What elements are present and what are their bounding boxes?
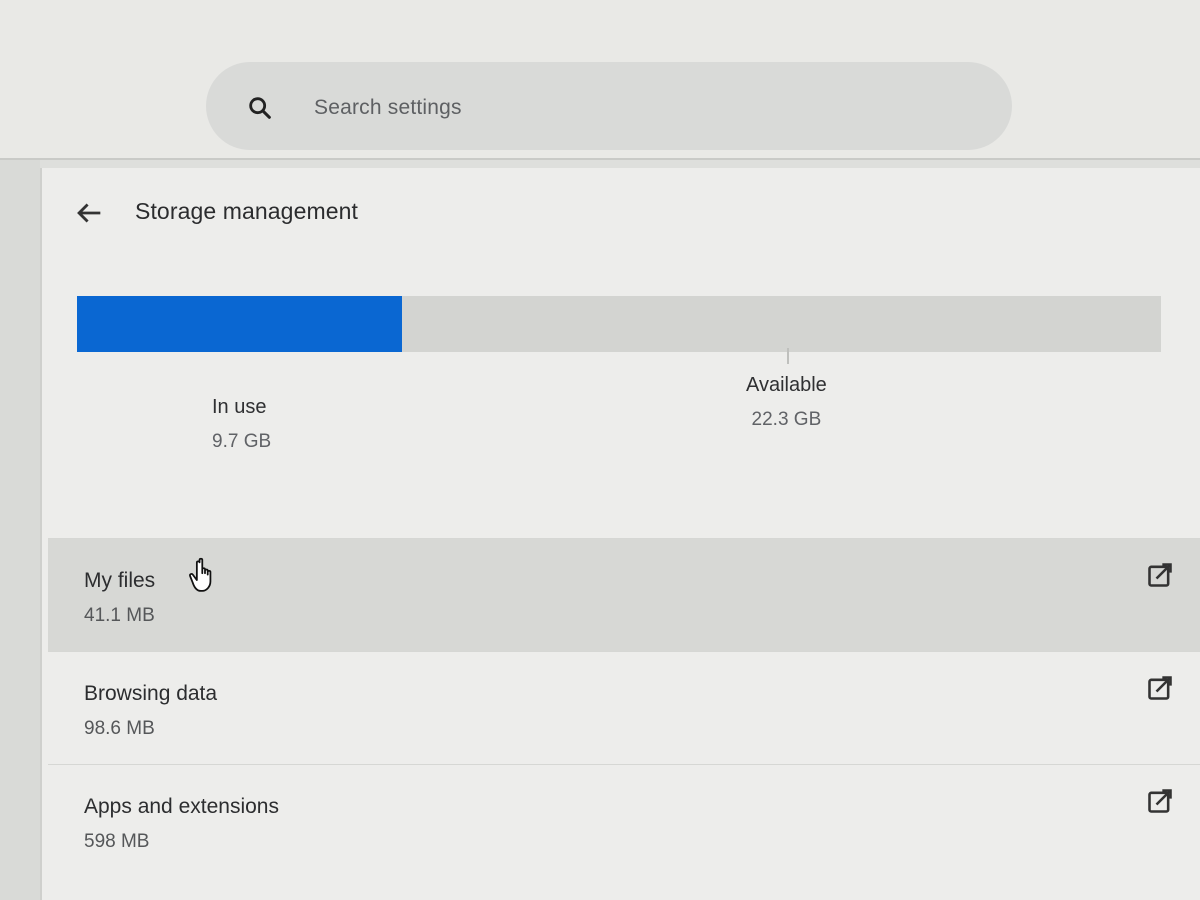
search-box[interactable]: Search settings	[206, 62, 1012, 150]
list-item-browsing-data[interactable]: Browsing data 98.6 MB	[48, 651, 1200, 764]
hand-cursor-icon	[189, 557, 212, 592]
list-item-label: Apps and extensions	[84, 795, 279, 818]
list-item-value: 598 MB	[84, 831, 150, 852]
open-external-icon[interactable]	[1146, 561, 1174, 589]
in-use-stat: In use 9.7 GB	[212, 396, 271, 453]
list-item-apps-and-extensions[interactable]: Apps and extensions 598 MB	[48, 764, 1200, 877]
in-use-label: In use	[212, 396, 267, 418]
open-external-icon[interactable]	[1146, 787, 1174, 815]
top-bar: Search settings	[0, 0, 1200, 160]
in-use-value: 9.7 GB	[212, 431, 272, 452]
storage-category-list: My files 41.1 MB Browsing data 98.6 MB A…	[48, 538, 1200, 877]
arrow-back-icon[interactable]	[72, 196, 106, 230]
available-value: 22.3 GB	[751, 409, 822, 430]
search-icon	[249, 97, 271, 119]
left-nav-edge	[0, 160, 40, 900]
open-external-icon[interactable]	[1146, 674, 1174, 702]
list-item-label: My files	[84, 569, 156, 592]
storage-usage-fill	[77, 296, 403, 352]
page-header: Storage management	[42, 168, 1200, 258]
bar-divider	[787, 348, 789, 364]
list-item-label: Browsing data	[84, 682, 218, 705]
list-item-value: 41.1 MB	[84, 605, 155, 626]
list-item-value: 98.6 MB	[84, 718, 155, 739]
available-stat: Available 22.3 GB	[746, 374, 827, 431]
storage-usage-bar	[77, 296, 1161, 352]
page-title: Storage management	[135, 198, 358, 224]
search-input[interactable]: Search settings	[314, 96, 462, 120]
available-label: Available	[746, 374, 827, 396]
list-item-my-files[interactable]: My files 41.1 MB	[48, 538, 1200, 651]
storage-card: Storage management In use 9.7 GB Availab…	[40, 168, 1200, 900]
